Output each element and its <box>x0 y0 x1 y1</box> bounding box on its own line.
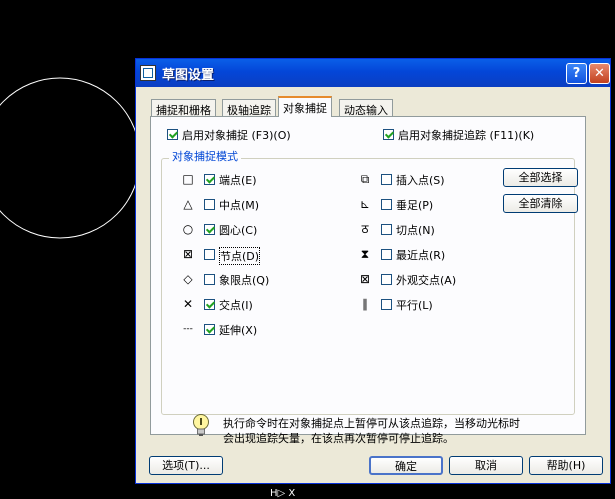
cancel-button[interactable]: 取消 <box>449 456 523 475</box>
enable-tracking-checkbox[interactable] <box>383 129 394 140</box>
tab-polar-tracking[interactable]: 极轴追踪 <box>222 99 276 117</box>
extension-label[interactable]: 延伸(X) <box>219 322 257 338</box>
drawn-circle <box>0 77 141 239</box>
perpendicular-marker-icon: ⊾ <box>359 197 371 211</box>
midpoint-marker-icon: △ <box>183 197 193 211</box>
center-marker-icon: ○ <box>182 222 194 236</box>
quadrant-checkbox[interactable] <box>204 274 215 285</box>
midpoint-checkbox[interactable] <box>204 199 215 210</box>
parallel-checkbox[interactable] <box>381 299 392 310</box>
quadrant-marker-icon: ◇ <box>183 272 193 286</box>
intersection-marker-icon: ✕ <box>182 297 194 311</box>
center-checkbox[interactable] <box>204 224 215 235</box>
info-line-2: 会出现追踪矢量，在该点再次暂停可停止追踪。 <box>223 432 454 445</box>
extension-checkbox[interactable] <box>204 324 215 335</box>
dialog-button-row: 选项(T)... 确定 取消 帮助(H) <box>136 451 610 481</box>
insertion-marker-icon: ⧉ <box>360 172 370 186</box>
parallel-marker-icon: ∥ <box>362 297 368 311</box>
enable-snap-label[interactable]: 启用对象捕捉 (F3)(O) <box>182 127 291 143</box>
snap-modes-group-title: 对象捕捉模式 <box>169 148 241 164</box>
center-label[interactable]: 圆心(C) <box>219 222 257 238</box>
endpoint-marker-icon: □ <box>182 172 194 186</box>
enable-snap-checkbox[interactable] <box>167 129 178 140</box>
nearest-label[interactable]: 最近点(R) <box>396 247 445 263</box>
title-bar[interactable]: 草图设置 ? ✕ <box>136 59 610 87</box>
nearest-marker-icon: ⧗ <box>360 247 370 261</box>
perpendicular-checkbox[interactable] <box>381 199 392 210</box>
drafting-settings-dialog: 草图设置 ? ✕ 捕捉和栅格 极轴追踪 对象捕捉 动态输入 启用对象捕捉 (F3… <box>135 58 611 484</box>
midpoint-label[interactable]: 中点(M) <box>219 197 259 213</box>
dialog-help-button[interactable]: 帮助(H) <box>529 456 603 475</box>
quadrant-label[interactable]: 象限点(Q) <box>219 272 269 288</box>
options-button[interactable]: 选项(T)... <box>149 456 223 475</box>
parallel-label[interactable]: 平行(L) <box>396 297 433 313</box>
perpendicular-label[interactable]: 垂足(P) <box>396 197 433 213</box>
tangent-checkbox[interactable] <box>381 224 392 235</box>
apparent-intersection-checkbox[interactable] <box>381 274 392 285</box>
close-button[interactable]: ✕ <box>589 63 610 84</box>
node-checkbox[interactable] <box>204 249 215 260</box>
tangent-marker-icon: ठ <box>361 222 369 236</box>
tracking-info-text: 执行命令时在对象捕捉点上暂停可从该点追踪，当移动光标时 会出现追踪矢量，在该点再… <box>223 416 520 446</box>
ok-button[interactable]: 确定 <box>369 456 443 475</box>
endpoint-label[interactable]: 端点(E) <box>219 172 257 188</box>
clear-all-button[interactable]: 全部清除 <box>503 194 578 213</box>
help-button[interactable]: ? <box>566 63 587 84</box>
tab-object-snap[interactable]: 对象捕捉 <box>278 96 332 117</box>
tab-dynamic-input[interactable]: 动态输入 <box>339 99 393 117</box>
insertion-checkbox[interactable] <box>381 174 392 185</box>
info-line-1: 执行命令时在对象捕捉点上暂停可从该点追踪，当移动光标时 <box>223 417 520 430</box>
apparent-intersection-marker-icon: ⊠ <box>359 272 371 286</box>
insertion-label[interactable]: 插入点(S) <box>396 172 445 188</box>
extension-marker-icon: --- <box>183 324 193 334</box>
dialog-title: 草图设置 <box>162 68 215 83</box>
intersection-label[interactable]: 交点(I) <box>219 297 253 313</box>
canvas-status-line: H▷ X <box>270 488 296 499</box>
app-icon <box>140 65 156 81</box>
object-snap-panel: 启用对象捕捉 (F3)(O) 启用对象捕捉追踪 (F11)(K) 对象捕捉模式 … <box>150 116 586 445</box>
endpoint-checkbox[interactable] <box>204 174 215 185</box>
intersection-checkbox[interactable] <box>204 299 215 310</box>
lightbulb-icon <box>193 414 209 436</box>
select-all-button[interactable]: 全部选择 <box>503 168 578 187</box>
enable-tracking-label[interactable]: 启用对象捕捉追踪 (F11)(K) <box>398 127 534 143</box>
nearest-checkbox[interactable] <box>381 249 392 260</box>
apparent-intersection-label[interactable]: 外观交点(A) <box>396 272 456 288</box>
node-marker-icon: ⊠ <box>182 247 194 261</box>
tangent-label[interactable]: 切点(N) <box>396 222 435 238</box>
tab-snap-grid[interactable]: 捕捉和栅格 <box>151 99 216 117</box>
node-label[interactable]: 节点(D) <box>219 247 261 265</box>
